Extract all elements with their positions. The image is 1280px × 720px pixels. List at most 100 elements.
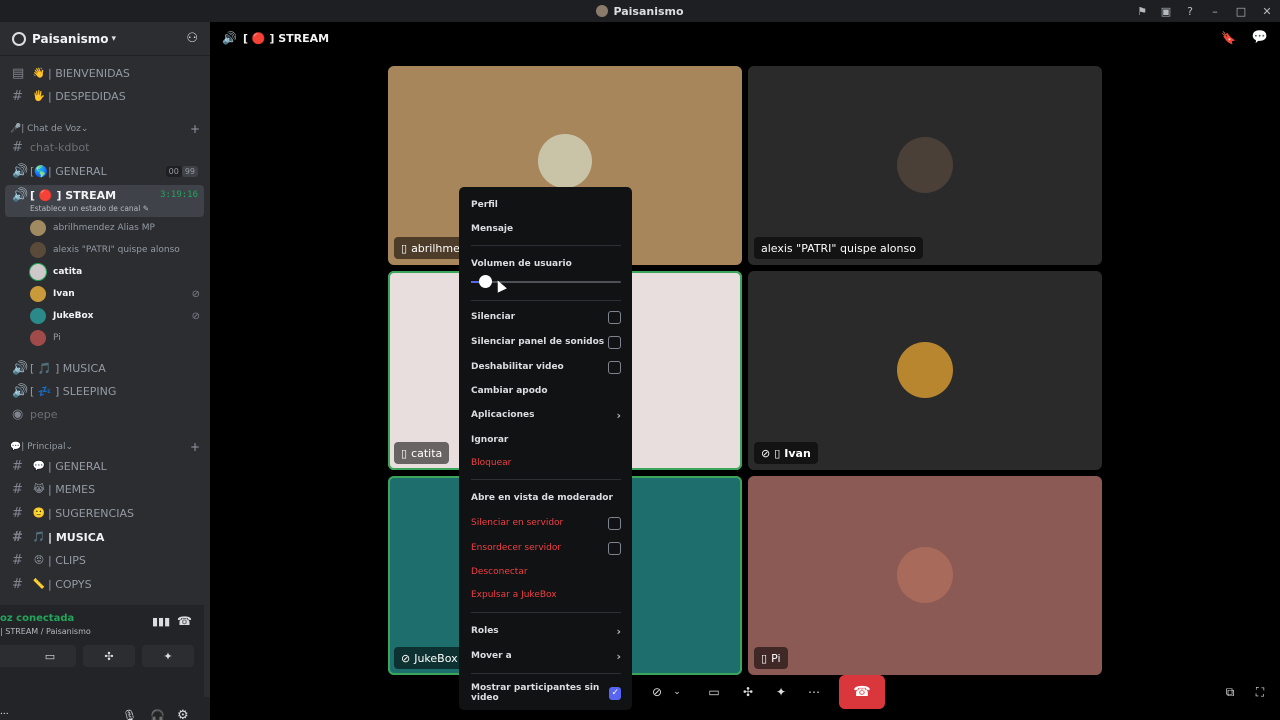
chevron-down-icon: ⌄ [80, 124, 89, 134]
participant-tile-pi[interactable]: ▯ Pi [748, 476, 1102, 675]
menu-item-bloquear[interactable]: Bloquear [471, 454, 621, 472]
screen-off-icon: ⊘ [191, 310, 200, 322]
menu-item-silenciar-servidor[interactable]: Silenciar en servidor [471, 514, 621, 532]
menu-item-mensaje[interactable]: Mensaje [471, 220, 621, 238]
mobile-icon: ▯ [761, 651, 768, 665]
popout-icon[interactable]: ⧉ [1220, 677, 1240, 707]
settings-gear-icon[interactable]: ⚙ [177, 708, 189, 720]
menu-item-ensordecer-servidor[interactable]: Ensordecer servidor [471, 539, 621, 557]
category-chat-de-voz[interactable]: 🎤 | Chat de Voz ⌄ + [10, 122, 200, 136]
menu-item-silenciar[interactable]: Silenciar [471, 308, 621, 326]
channel-despedidas[interactable]: # 🖐 | DESPEDIDAS [6, 85, 204, 107]
voice-channel-musica[interactable]: 🔊[ 🎵 ] MUSICA [6, 357, 204, 379]
menu-item-aplicaciones[interactable]: Aplicaciones › [471, 406, 621, 424]
checkbox[interactable] [608, 310, 621, 324]
participant-nametag: ▯ Pi [754, 647, 788, 669]
voice-user-catita[interactable]: catita [30, 262, 200, 282]
menu-item-mover-a[interactable]: Mover a › [471, 647, 621, 665]
bookmark-icon[interactable]: 🔖 [1221, 31, 1236, 45]
participant-tile-alexis[interactable]: alexis "PATRI" quispe alonso [748, 66, 1102, 265]
voice-channel-stream[interactable]: 🔊[ 🔴 ] STREAM 3:19:16 [6, 184, 204, 206]
channel-bienvenidas[interactable]: ▤ 👋 | BIENVENIDAS [6, 62, 204, 84]
menu-separator [471, 612, 621, 613]
titlebar: Paisanismo ⚑ ▣ ? – □ ✕ [0, 0, 1280, 22]
menu-item-roles[interactable]: Roles › [471, 622, 621, 640]
inbox-icon[interactable]: ▣ [1154, 0, 1178, 22]
camera-off-icon[interactable]: ⊘ [646, 677, 668, 707]
add-channel-icon[interactable]: + [190, 122, 200, 136]
noise-suppression-icon[interactable]: ▮▮▮ [152, 615, 170, 628]
soundboard-icon[interactable]: ✦ [769, 677, 793, 707]
help-icon[interactable]: ? [1178, 0, 1202, 22]
voice-user-alexis[interactable]: alexis "PATRI" quispe alonso [30, 240, 200, 260]
more-options-icon[interactable]: ⋯ [802, 677, 826, 707]
stream-timer: 3:19:16 [160, 190, 198, 200]
avatar [30, 220, 46, 236]
invite-icon[interactable]: ⚇ [186, 31, 198, 46]
menu-item-expulsar[interactable]: Expulsar a JukeBox [471, 586, 621, 604]
voice-user-ivan[interactable]: Ivan ⊘ [30, 284, 200, 304]
voice-connected-channel[interactable]: | STREAM / Paisanismo [0, 627, 91, 636]
maximize-button[interactable]: □ [1228, 0, 1254, 22]
screen-share-icon[interactable]: ▭ [702, 677, 726, 707]
hash-icon: # [12, 139, 23, 155]
menu-item-deshabilitar-video[interactable]: Deshabilitar video [471, 358, 621, 376]
voice-channel-sleeping[interactable]: 🔊[ 💤 ] SLEEPING [6, 380, 204, 402]
menu-item-vista-moderador[interactable]: Abre en vista de moderador [471, 489, 621, 507]
voice-connected-label: oz conectada [0, 613, 75, 624]
fullscreen-icon[interactable]: ⛶ [1250, 677, 1270, 707]
checkbox[interactable] [608, 335, 621, 349]
share-screen-button[interactable]: ▭ [24, 645, 76, 667]
checkbox[interactable] [608, 516, 621, 530]
volume-slider-handle[interactable] [479, 275, 492, 288]
disconnect-call-button[interactable]: ☎ [839, 675, 885, 709]
channel-musica[interactable]: # 🎵 | MUSICA [6, 526, 204, 548]
voice-channel-general[interactable]: 🔊 [🌎 | GENERAL 00 99 [6, 160, 204, 182]
checkbox[interactable] [608, 541, 621, 555]
avatar [30, 286, 46, 302]
channel-memes[interactable]: # 😹 | MEMES [6, 478, 204, 500]
channel-sugerencias[interactable]: # 🙂 | SUGERENCIAS [6, 502, 204, 524]
menu-item-mostrar-participantes[interactable]: Mostrar participantes sin video ✓ [471, 683, 621, 703]
chat-icon[interactable]: 💬 [1252, 30, 1268, 45]
pencil-icon: ✎ [142, 204, 150, 213]
channel-title: [ 🔴 ] STREAM [242, 31, 330, 45]
speaker-icon: 🔊 [12, 383, 29, 399]
chevron-down-icon[interactable]: ⌄ [670, 677, 684, 707]
channel-copys[interactable]: # 📏 | COPYS [6, 573, 204, 595]
channel-clips[interactable]: # 😡 | CLIPS [6, 549, 204, 571]
disconnect-icon[interactable]: ☎ [177, 614, 192, 628]
soundboard-button[interactable]: ✦ [142, 645, 194, 667]
activities-icon[interactable]: ✣ [736, 677, 760, 707]
activities-button[interactable]: ✣ [83, 645, 135, 667]
voice-user-pi[interactable]: Pi [30, 328, 200, 348]
menu-item-ignorar[interactable]: Ignorar [471, 431, 621, 449]
minimize-button[interactable]: – [1202, 0, 1228, 22]
close-button[interactable]: ✕ [1254, 0, 1280, 22]
channel-general[interactable]: # 💬 | GENERAL [6, 455, 204, 477]
flag-icon[interactable]: ⚑ [1130, 0, 1154, 22]
microphone-icon: 🎤 [10, 124, 22, 134]
add-channel-icon[interactable]: + [190, 440, 200, 454]
category-principal[interactable]: 💬 | Principal ⌄ + [10, 440, 200, 454]
stage-channel-pepe[interactable]: ◉ pepe [6, 403, 204, 425]
microphone-icon[interactable]: 🎙 [122, 709, 137, 720]
menu-item-silenciar-panel[interactable]: Silenciar panel de sonidos [471, 333, 621, 351]
voice-user-jukebox[interactable]: JukeBox ⊘ [30, 306, 200, 326]
channel-status-hint[interactable]: Establece un estado de canal ✎ [30, 204, 149, 213]
menu-separator [471, 245, 621, 246]
menu-item-cambiar-apodo[interactable]: Cambiar apodo [471, 382, 621, 400]
voice-user-abrilhmendez[interactable]: abrilhmendez Alias MP [30, 218, 200, 238]
server-header[interactable]: Paisanismo ▾ ⚇ [0, 22, 210, 56]
hash-icon: # [12, 88, 23, 104]
speaker-icon: 🔊 [12, 163, 29, 179]
channel-chat-kdbot[interactable]: # chat-kdbot [6, 136, 204, 158]
menu-item-perfil[interactable]: Perfil [471, 196, 621, 214]
headphones-icon[interactable]: 🎧 [150, 709, 165, 720]
menu-item-desconectar[interactable]: Desconectar [471, 563, 621, 581]
username-truncated[interactable]: ... [0, 707, 9, 717]
checkbox[interactable] [608, 360, 621, 374]
mobile-icon: ▯ [401, 241, 408, 255]
participant-tile-ivan[interactable]: ⊘ ▯ Ivan [748, 271, 1102, 470]
checkbox-checked[interactable]: ✓ [609, 686, 621, 700]
